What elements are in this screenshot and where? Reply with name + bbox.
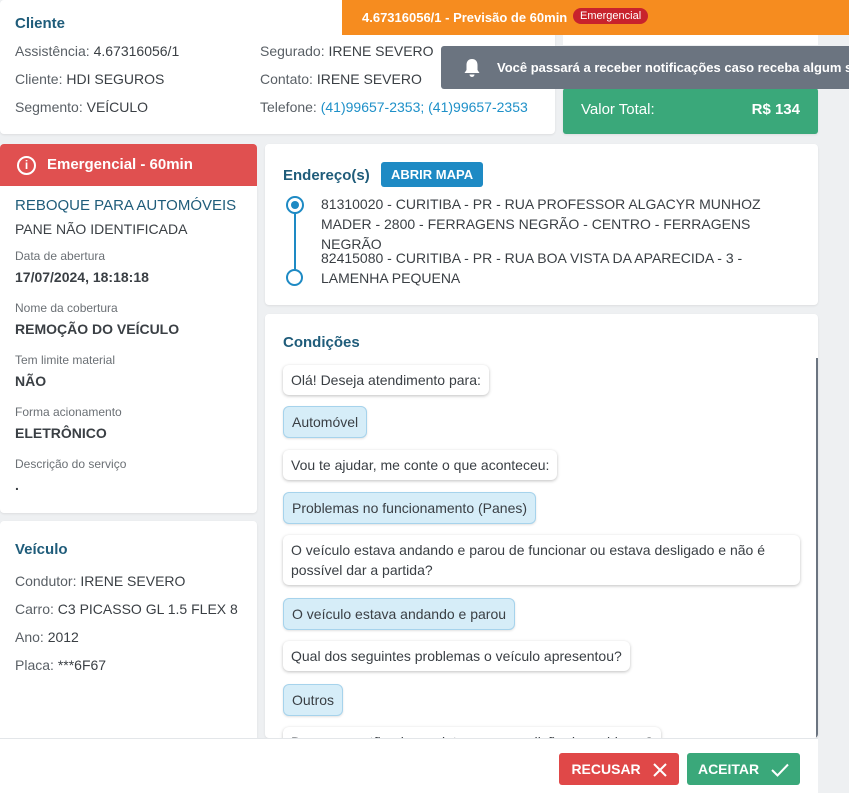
service-subtitle: PANE NÃO IDENTIFICADA	[15, 221, 188, 237]
data-abertura-label: Data de abertura	[15, 249, 106, 263]
conditions-title: Condições	[283, 334, 360, 351]
condutor-value: IRENE SEVERO	[80, 573, 186, 589]
cliente-title: Cliente	[15, 15, 66, 32]
bell-icon	[464, 59, 480, 77]
segurado-value: IRENE SEVERO	[328, 43, 434, 59]
descricao-value: .	[15, 477, 19, 493]
service-card: REBOQUE PARA AUTOMÓVEIS PANE NÃO IDENTIF…	[0, 186, 257, 513]
chat-question: O veículo estava andando e parou de func…	[283, 535, 800, 585]
placa-value: ***6F67	[57, 657, 107, 673]
chat-answer: Problemas no funcionamento (Panes)	[283, 492, 537, 524]
carro-value: C3 PICASSO GL 1.5 FLEX 8	[57, 601, 238, 617]
check-icon	[771, 763, 789, 778]
recusar-label: RECUSAR	[571, 760, 641, 777]
telefone-field: Telefone: (41)99657-2353; (41)99657-2353	[260, 99, 528, 115]
cobertura-label: Nome da cobertura	[15, 301, 118, 315]
origin-address: 81310020 - CURITIBA - PR - RUA PROFESSOR…	[321, 196, 761, 252]
segmento-value: VEÍCULO	[86, 99, 149, 115]
carro-field: Carro: C3 PICASSO GL 1.5 FLEX 8	[15, 601, 238, 617]
emergencial-badge: Emergencial	[573, 8, 649, 24]
assistencia-field: Assistência: 4.67316056/1	[15, 43, 179, 59]
data-abertura-value: 17/07/2024, 18:18:18	[15, 269, 149, 285]
conditions-scrollbar[interactable]	[816, 358, 818, 738]
ano-value: 2012	[47, 629, 79, 645]
veiculo-title: Veículo	[15, 541, 68, 558]
telefone-label: Telefone:	[260, 99, 321, 115]
carro-label: Carro:	[15, 601, 58, 617]
condutor-field: Condutor: IRENE SEVERO	[15, 573, 185, 589]
chat-answer: O veículo estava andando e parou	[283, 598, 516, 630]
close-icon	[652, 763, 667, 777]
ano-label: Ano:	[15, 629, 48, 645]
chat-answer: Automóvel	[283, 406, 368, 438]
condutor-label: Condutor:	[15, 573, 81, 589]
aceitar-label: ACEITAR	[697, 760, 760, 777]
addresses-title: Endereço(s)	[283, 167, 370, 184]
chat-answer: Outros	[283, 684, 344, 716]
info-icon: i	[17, 156, 36, 175]
total-card: Valor Total: R$ 134	[563, 88, 818, 134]
contato-value: IRENE SEVERO	[316, 71, 422, 87]
ano-field: Ano: 2012	[15, 629, 79, 645]
acionamento-label: Forma acionamento	[15, 405, 122, 419]
destination-marker-icon	[286, 269, 303, 286]
segurado-field: Segurado: IRENE SEVERO	[260, 43, 434, 59]
total-label: Valor Total:	[581, 101, 655, 118]
conditions-card[interactable]: Condições Olá! Deseja atendimento para: …	[265, 314, 818, 738]
limite-label: Tem limite material	[15, 353, 116, 367]
destination-address: 82415080 - CURITIBA - PR - RUA BOA VISTA…	[321, 250, 743, 286]
segmento-label: Segmento:	[15, 99, 87, 115]
action-footer: RECUSAR ACEITAR	[0, 738, 818, 793]
total-value: R$ 134	[751, 101, 800, 118]
assistencia-label: Assistência:	[15, 43, 94, 59]
service-header-bar: 4.67316056/1 - Previsão de 60min Emergen…	[342, 0, 849, 35]
route-line	[294, 206, 296, 276]
contato-field: Contato: IRENE SEVERO	[260, 71, 422, 87]
cliente-value: HDI SEGUROS	[66, 71, 165, 87]
emergencial-label: Emergencial - 60min	[47, 156, 193, 173]
acionamento-value: ELETRÔNICO	[15, 425, 107, 441]
notification-text: Você passará a receber notificações caso…	[497, 60, 849, 75]
segmento-field: Segmento: VEÍCULO	[15, 99, 148, 115]
limite-value: NÃO	[15, 373, 47, 389]
cliente-label: Cliente:	[15, 71, 67, 87]
segurado-label: Segurado:	[260, 43, 329, 59]
descricao-label: Descrição do serviço	[15, 457, 127, 471]
placa-field: Placa: ***6F67	[15, 657, 106, 673]
chat-question: Olá! Deseja atendimento para:	[283, 365, 489, 395]
cobertura-value: REMOÇÃO DO VEÍCULO	[15, 321, 180, 337]
chat-question: Vou te ajudar, me conte o que aconteceu:	[283, 450, 558, 480]
right-panel-bg	[563, 35, 818, 45]
recusar-button[interactable]: RECUSAR	[559, 753, 679, 785]
origin-marker-icon	[286, 196, 304, 214]
chat-question: Qual dos seguintes problemas o veículo a…	[283, 641, 630, 671]
cliente-field: Cliente: HDI SEGUROS	[15, 71, 164, 87]
open-map-button[interactable]: ABRIR MAPA	[381, 162, 484, 187]
chat-question: Descreva então algum sintoma ou condição…	[283, 727, 661, 738]
assistencia-value: 4.67316056/1	[93, 43, 180, 59]
service-title: REBOQUE PARA AUTOMÓVEIS	[15, 197, 237, 214]
telefone-link[interactable]: (41)99657-2353; (41)99657-2353	[321, 99, 528, 115]
notification-toast[interactable]: Você passará a receber notificações caso…	[441, 46, 849, 89]
addresses-card: Endereço(s) ABRIR MAPA 81310020 - CURITI…	[265, 144, 818, 305]
contato-label: Contato:	[260, 71, 317, 87]
placa-label: Placa:	[15, 657, 58, 673]
service-header-text: 4.67316056/1 - Previsão de 60min	[362, 10, 568, 25]
aceitar-button[interactable]: ACEITAR	[687, 753, 800, 785]
emergencial-bar: i Emergencial - 60min	[0, 144, 257, 186]
